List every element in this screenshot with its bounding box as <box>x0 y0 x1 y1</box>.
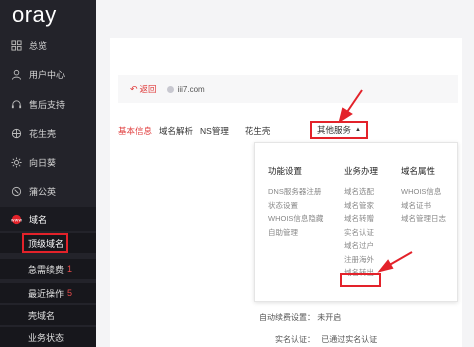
link-whois-privacy[interactable]: WHOIS信息隐藏 <box>268 212 323 226</box>
tab-bar: 基本信息 域名解析 NS管理 花生壳 <box>118 124 277 138</box>
dandelion-icon <box>11 186 22 197</box>
caret-up-icon: ▲ <box>355 127 361 133</box>
column-title: 域名属性 <box>401 166 436 176</box>
tab-other-services[interactable]: 其他服务 ▲ <box>310 121 368 139</box>
sidebar-item-support[interactable]: 售后支持 <box>0 92 96 116</box>
sidebar-item-sunflower[interactable]: 向日葵 <box>0 150 96 174</box>
sidebar-item-label: 域名 <box>29 214 48 225</box>
sidebar-subitem-label: 业务状态 <box>28 332 65 343</box>
dropdown-column-business: 业务办理 域名选配 域名管家 域名转赠 实名认证 域名过户 注册海外 域名转出 <box>344 165 378 280</box>
dropdown-column-attributes: 域名属性 WHOIS信息 域名证书 域名管理日志 <box>401 165 446 226</box>
sunflower-icon <box>11 156 22 168</box>
domain-name: iii7.com <box>166 84 205 94</box>
sidebar-subitem-recent-operations[interactable]: 最近操作 5 <box>0 283 96 303</box>
tab-other-services-label: 其他服务 <box>317 125 352 135</box>
sidebar-item-domain[interactable]: www 域名 <box>0 207 96 231</box>
link-status-settings[interactable]: 状态设置 <box>268 199 323 213</box>
sidebar-subitem-label: 壳域名 <box>28 310 56 321</box>
headset-icon <box>11 99 22 110</box>
back-label: 返回 <box>139 84 157 94</box>
sidebar-subitem-label: 最近操作 <box>28 288 65 299</box>
realname-row: 实名认证： 已通过实名认证 <box>275 334 377 345</box>
sidebar-item-label: 用户中心 <box>29 69 66 80</box>
user-icon <box>11 69 22 80</box>
domain-text: iii7.com <box>177 84 205 94</box>
count-badge: 5 <box>67 288 73 298</box>
link-self-service[interactable]: 自助管理 <box>268 226 323 240</box>
sidebar-item-dandelion[interactable]: 蒲公英 <box>0 179 96 203</box>
auto-renew-row: 自动续费设置： 未开启 <box>259 312 341 323</box>
domain-icon: www <box>11 214 22 225</box>
column-title: 业务办理 <box>344 166 379 176</box>
sidebar-item-label: 向日葵 <box>29 157 57 168</box>
back-link[interactable]: ↶ 返回 <box>130 83 157 95</box>
tab-basic-info[interactable]: 基本信息 <box>118 125 152 137</box>
link-realname-auth[interactable]: 实名认证 <box>344 226 378 240</box>
sidebar-item-label: 花生壳 <box>29 128 57 139</box>
sidebar-item-overview[interactable]: 总览 <box>0 33 96 57</box>
tab-peanut-shell[interactable]: 花生壳 <box>245 125 271 137</box>
auto-renew-label: 自动续费设置： <box>259 313 315 322</box>
link-domain-management-log[interactable]: 域名管理日志 <box>401 212 446 226</box>
realname-value: 已通过实名认证 <box>321 335 378 344</box>
sidebar-item-user-center[interactable]: 用户中心 <box>0 62 96 86</box>
sidebar-item-peanut[interactable]: 花生壳 <box>0 121 96 145</box>
sidebar: oray 总览 用户中心 售后支持 花生壳 向日葵 蒲公英 www 域名 顶级域… <box>0 0 96 347</box>
auto-renew-value: 未开启 <box>317 313 342 322</box>
link-domain-selection[interactable]: 域名选配 <box>344 185 378 199</box>
sidebar-subitem-shell-domain[interactable]: 壳域名 <box>0 305 96 325</box>
sidebar-subitem-label: 急需续费 <box>28 264 65 275</box>
back-arrow-icon: ↶ <box>130 83 138 94</box>
sidebar-item-label: 售后支持 <box>29 99 66 110</box>
realname-label: 实名认证： <box>275 335 315 344</box>
link-overseas-register[interactable]: 注册海外 <box>344 253 378 267</box>
link-domain-gift[interactable]: 域名转赠 <box>344 212 378 226</box>
tab-ns-management[interactable]: NS管理 <box>200 125 229 137</box>
sidebar-subitem-business-status[interactable]: 业务状态 <box>0 327 96 347</box>
peanut-icon <box>11 128 22 139</box>
oray-logo[interactable]: oray <box>12 2 57 28</box>
sidebar-subitem-urgent-renewal[interactable]: 急需续费 1 <box>0 259 96 279</box>
highlight-box <box>340 273 381 287</box>
column-title: 功能设置 <box>268 166 303 176</box>
count-badge: 1 <box>67 264 73 274</box>
link-whois-info[interactable]: WHOIS信息 <box>401 185 446 199</box>
dropdown-column-settings: 功能设置 DNS服务器注册 状态设置 WHOIS信息隐藏 自助管理 <box>268 165 323 239</box>
tab-dns-resolution[interactable]: 域名解析 <box>159 125 193 137</box>
sidebar-item-label: 蒲公英 <box>29 186 57 197</box>
domain-header-bar: ↶ 返回 iii7.com <box>118 75 458 103</box>
sidebar-item-label: 总览 <box>29 40 48 51</box>
domain-favicon-icon <box>166 85 174 93</box>
link-dns-server-register[interactable]: DNS服务器注册 <box>268 185 323 199</box>
highlight-box <box>22 233 68 253</box>
grid-icon <box>11 39 22 51</box>
svg-text:www: www <box>11 218 22 223</box>
link-domain-manager[interactable]: 域名管家 <box>344 199 378 213</box>
link-domain-transfer-owner[interactable]: 域名过户 <box>344 239 378 253</box>
link-domain-certificate[interactable]: 域名证书 <box>401 199 446 213</box>
